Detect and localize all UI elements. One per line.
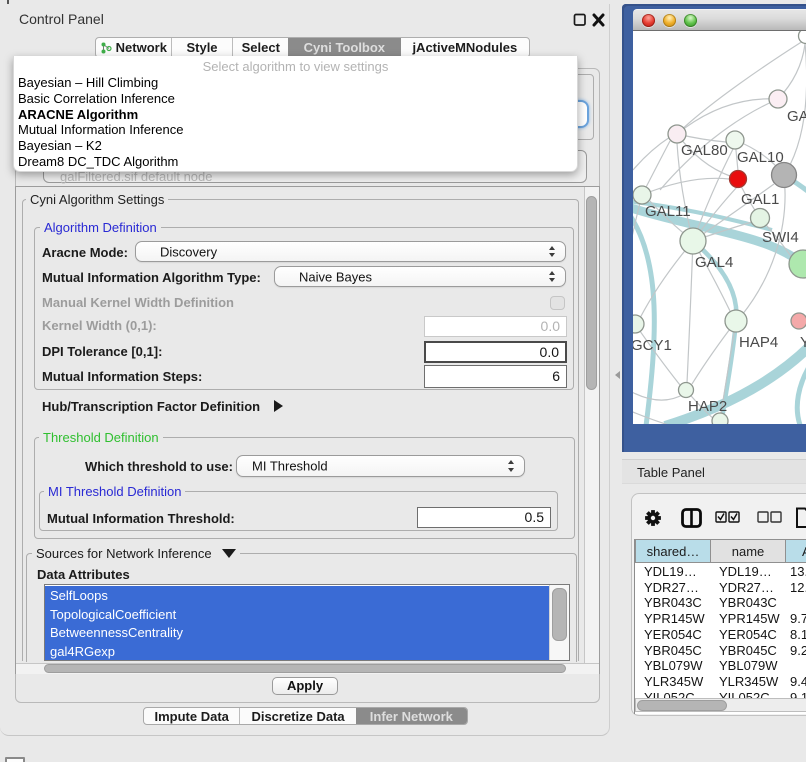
svg-text:YJ: YJ <box>800 334 806 351</box>
svg-text:GAL2: GAL2 <box>787 108 806 125</box>
svg-text:GAL4: GAL4 <box>695 254 733 271</box>
svg-text:GAL11: GAL11 <box>645 203 691 220</box>
svg-text:SWI4: SWI4 <box>762 229 799 246</box>
svg-text:HAP4: HAP4 <box>739 334 778 351</box>
svg-text:HAP2: HAP2 <box>688 398 727 415</box>
svg-text:GAL1: GAL1 <box>741 191 779 208</box>
svg-text:GAL10: GAL10 <box>737 149 784 166</box>
svg-text:GAL80: GAL80 <box>681 142 728 159</box>
svg-text:GCY1: GCY1 <box>633 337 672 354</box>
